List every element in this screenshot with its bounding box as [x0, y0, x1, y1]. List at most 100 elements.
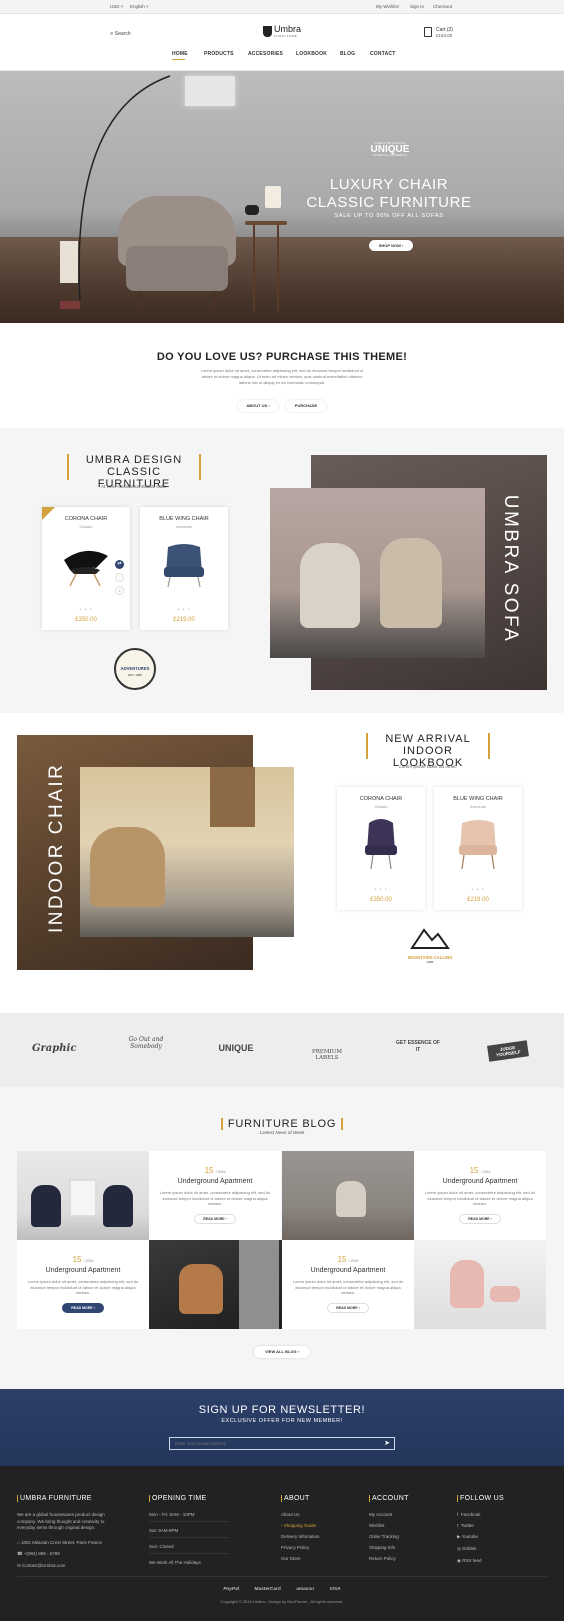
nav-contact[interactable]: CONTACT — [370, 51, 395, 57]
purchase-button[interactable]: PURCHASE — [286, 400, 326, 412]
footer-account-links: ACCOUNT My Account Wishlist Order Tracki… — [369, 1495, 439, 1567]
signin-link[interactable]: Sign In — [410, 4, 424, 9]
footer-link[interactable]: Return Policy — [369, 1556, 439, 1561]
product-price: £350.00 — [75, 617, 97, 623]
umbra-sofa-vertical-text: UMBRA SOFA — [500, 494, 521, 644]
brand-logo[interactable]: Graphic — [32, 1043, 76, 1054]
product-card[interactable]: BLUE WING CHAIR Armchair • • • £219.00 — [140, 507, 228, 630]
product-category: Classic — [374, 804, 388, 809]
currency-select[interactable]: USD ˅ — [110, 4, 123, 9]
blog-post-excerpt: Lorem ipsum dolor sit amet, consectetur … — [424, 1190, 536, 1206]
indoor-chair-image-front — [80, 767, 294, 937]
header — [0, 14, 564, 71]
promo-title: DO YOU LOVE US? PURCHASE THIS THEME! — [156, 351, 408, 363]
product-card[interactable]: BLUE WING CHAIR Armchair • • • £219.00 — [434, 787, 522, 910]
mail-icon: ✉ — [17, 1562, 21, 1568]
nav-accesories[interactable]: ACCESORIES — [248, 51, 283, 57]
footer-link[interactable]: Our Store — [281, 1556, 351, 1561]
footer-link[interactable]: My Account — [369, 1512, 439, 1517]
footer-link[interactable]: Privacy Policy — [281, 1545, 351, 1550]
rss-icon: ◉ — [457, 1558, 461, 1563]
payment-icons: PayPal MasterCard amazon VISA — [0, 1587, 564, 1592]
hero-title-line1: LUXURY CHAIR — [329, 176, 449, 193]
twitter-link[interactable]: t Twitter — [457, 1523, 527, 1528]
location-icon: ⌂ — [17, 1539, 20, 1545]
phone-icon: ☎ — [17, 1550, 23, 1556]
product-price: £219.00 — [173, 617, 195, 623]
indoor-chair-vertical-text: INDOOR CHAIR — [46, 762, 67, 933]
compare-icon[interactable]: ⇄ — [115, 560, 124, 569]
view-all-blog-button[interactable]: VIEW ALL BLOG › — [254, 1346, 310, 1358]
checkout-link[interactable]: Checkout — [433, 4, 452, 9]
read-more-button[interactable]: READ MORE › — [194, 1213, 236, 1224]
footer-about-links: ABOUT About Us › Shopping Guide Delivery… — [281, 1495, 351, 1567]
visa-icon: VISA — [329, 1587, 341, 1592]
hero-title-line2: CLASSIC FURNITURE — [306, 194, 472, 211]
footer-link[interactable]: Order Tracking — [369, 1534, 439, 1539]
blog-post-title: Underground Apartment — [310, 1267, 386, 1274]
brand-logo[interactable]: Go Out and Somebody — [124, 1036, 168, 1050]
brands-strip — [0, 1013, 564, 1087]
product-image — [365, 819, 397, 869]
shop-now-button[interactable]: SHOP NOW › — [369, 240, 413, 251]
brand-logo[interactable]: UNIQUE — [212, 1043, 260, 1053]
blog-subtitle: Lastest News of Week — [259, 1130, 305, 1135]
blog-post[interactable]: 15 / 2016 Underground Apartment Lorem ip… — [414, 1151, 546, 1240]
footer-link[interactable]: Wishlist — [369, 1523, 439, 1528]
image-dots[interactable]: • • • — [42, 607, 130, 613]
product-name: CORONA CHAIR — [64, 516, 108, 522]
blog-post-excerpt: Lorem ipsum dolor sit amet, consectetur … — [159, 1190, 271, 1206]
wishlist-link[interactable]: My Wishlist — [376, 4, 399, 9]
blog-post-title: Underground Apartment — [177, 1178, 253, 1185]
blog-post[interactable]: 15 / 2016 Underground Apartment Lorem ip… — [17, 1240, 149, 1329]
brand-logo[interactable]: GET ESSENCE OF IT — [394, 1040, 442, 1054]
rss-link[interactable]: ◉ RSS feed — [457, 1558, 527, 1564]
search-button[interactable]: ⌕ Search — [110, 31, 131, 38]
footer-link[interactable]: About Us — [281, 1512, 351, 1517]
dribble-link[interactable]: ◎ Dribble — [457, 1546, 527, 1552]
read-more-button[interactable]: READ MORE › — [327, 1302, 369, 1313]
language-select[interactable]: English ˅ — [130, 4, 149, 9]
umbra-sofa-image-front — [270, 488, 485, 658]
design-title-box: UMBRA DESIGN CLASSIC FURNITURE — [67, 454, 201, 490]
blog-post[interactable]: 15 / 2016 Underground Apartment Lorem ip… — [282, 1240, 414, 1329]
footer-link[interactable]: Delivery Infomation — [281, 1534, 351, 1539]
blog-post-title: Underground Apartment — [45, 1267, 121, 1274]
footer-link[interactable]: › Shopping Guide — [281, 1523, 351, 1528]
about-us-button[interactable]: ABOUT US › — [238, 400, 278, 412]
hero-subtitle: SALE UP TO 50% OFF ALL SOFAS — [334, 213, 444, 219]
product-card[interactable]: CORONA CHAIR Classic • • • £350.00 — [337, 787, 425, 910]
product-price: £219.00 — [467, 897, 489, 903]
logo[interactable]: Umbra FURNITURE — [263, 25, 301, 38]
blog-post-title: Underground Apartment — [442, 1178, 518, 1185]
product-card[interactable]: CORONA CHAIR Classic ⇄ ♡ ⌕ • • • £350.00 — [42, 507, 130, 630]
blog-image — [414, 1240, 546, 1329]
blog-post[interactable]: 15 / 2016 Underground Apartment Lorem ip… — [149, 1151, 281, 1240]
youtube-link[interactable]: ▶ Youtube — [457, 1534, 527, 1540]
product-category: Armchair — [175, 524, 192, 529]
blog-post-excerpt: Lorem ipsum dolor sit amet, consectetur … — [27, 1279, 139, 1295]
facebook-link[interactable]: f Facebook — [457, 1512, 527, 1517]
nav-home[interactable]: HOME — [172, 51, 188, 57]
product-category: Classic — [79, 524, 93, 529]
nav-blog[interactable]: BLOG — [340, 51, 355, 57]
image-dots[interactable]: • • • — [140, 607, 228, 613]
read-more-button[interactable]: READ MORE › — [62, 1302, 104, 1313]
footer-link[interactable]: Shipping Info — [369, 1545, 439, 1550]
mountains-calling-badge: MOUNTAINS CALLING 1986 — [400, 926, 460, 972]
email-input[interactable] — [170, 1438, 375, 1449]
wishlist-icon[interactable]: ♡ — [115, 573, 124, 582]
nav-products[interactable]: PRODUCTS — [204, 51, 234, 57]
read-more-button[interactable]: READ MORE › — [459, 1213, 501, 1224]
mastercard-icon: MasterCard — [254, 1587, 281, 1592]
product-image — [164, 544, 204, 588]
image-dots[interactable]: • • • — [337, 887, 425, 893]
brand-logo[interactable]: PREMIUM LABELS — [302, 1049, 352, 1061]
blog-image — [149, 1240, 282, 1329]
nav-lookbook[interactable]: LOOKBOOK — [296, 51, 327, 57]
send-icon[interactable]: ➤ — [384, 1439, 390, 1448]
product-image — [64, 550, 108, 586]
image-dots[interactable]: • • • — [434, 887, 522, 893]
quickview-icon[interactable]: ⌕ — [115, 586, 124, 595]
armchair-image — [118, 196, 236, 308]
